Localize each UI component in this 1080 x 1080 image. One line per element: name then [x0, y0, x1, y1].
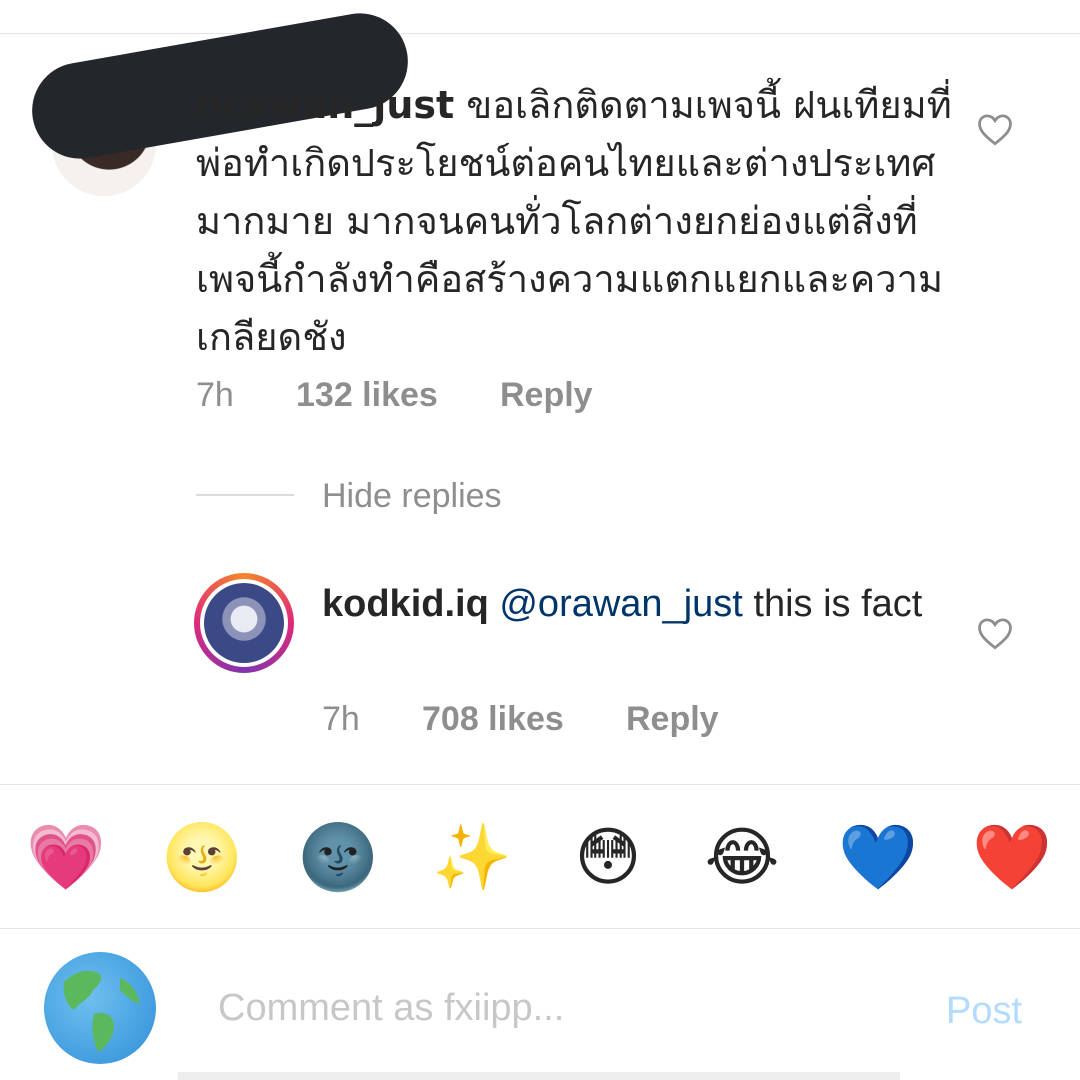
thread-line	[196, 494, 294, 496]
comment-body: orawan_just ขอเลิกติดตามเพจนี้ ฝนเทียมที…	[196, 76, 956, 366]
avatar[interactable]	[204, 583, 284, 663]
emoji-new-moon-face[interactable]: 🌚	[298, 818, 378, 898]
globe-americas-icon	[44, 952, 156, 1064]
reply-username[interactable]: kodkid.iq	[322, 583, 489, 625]
reply-likes[interactable]: 708 likes	[422, 700, 564, 739]
emoji-sparkles[interactable]: ✨	[432, 818, 512, 898]
comment-username[interactable]: orawan_just	[196, 83, 454, 127]
emoji-divider	[0, 784, 1080, 785]
top-divider	[0, 33, 1080, 34]
post-button[interactable]: Post	[946, 990, 1022, 1033]
emoji-growing-heart[interactable]: 💗	[26, 818, 106, 898]
reply-time: 7h	[322, 700, 360, 738]
emoji-blue-heart[interactable]: 💙	[838, 818, 918, 898]
comment-input[interactable]	[218, 982, 858, 1034]
composer-divider	[0, 928, 1080, 929]
comment-likes[interactable]: 132 likes	[296, 376, 438, 415]
emoji-full-moon-face[interactable]: 🌝	[162, 818, 242, 898]
emoji-flushed-face[interactable]: 😳	[568, 818, 648, 898]
emoji-bar: 💗 🌝 🌚 ✨ 😳 😂 💙 ❤️	[0, 818, 1080, 898]
reply-body: kodkid.iq @orawan_just this is fact	[322, 580, 962, 628]
like-heart-icon[interactable]	[976, 112, 1014, 146]
keyboard-handle	[178, 1072, 900, 1080]
reply-text: this is fact	[753, 583, 923, 625]
hide-replies-button[interactable]: Hide replies	[322, 477, 502, 516]
reply-button[interactable]: Reply	[500, 376, 593, 415]
comment-time: 7h	[196, 376, 234, 414]
reply-button[interactable]: Reply	[626, 700, 719, 739]
reply-mention[interactable]: @orawan_just	[499, 583, 742, 625]
like-heart-icon[interactable]	[976, 616, 1014, 650]
emoji-red-heart[interactable]: ❤️	[972, 818, 1052, 898]
emoji-tears-of-joy[interactable]: 😂	[702, 818, 782, 898]
